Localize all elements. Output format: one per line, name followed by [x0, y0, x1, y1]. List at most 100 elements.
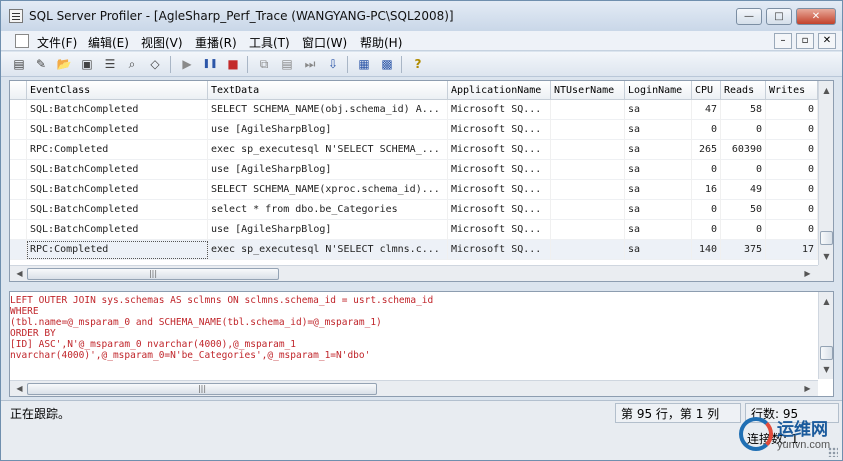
cell-eventclass[interactable]: SQL:BatchCompleted: [27, 180, 208, 200]
scroll-up-icon[interactable]: ▲: [819, 83, 833, 98]
replay-icon[interactable]: ⧉: [255, 55, 273, 73]
activity-monitor-icon[interactable]: ▦: [355, 55, 373, 73]
cell-ntusername[interactable]: [551, 100, 625, 120]
column-header-cpu[interactable]: CPU: [692, 81, 721, 100]
row-gutter[interactable]: [10, 220, 27, 240]
tuning-advisor-icon[interactable]: ▩: [378, 55, 396, 73]
cell-reads[interactable]: 60390: [721, 140, 766, 160]
column-header-ntusername[interactable]: NTUserName: [551, 81, 625, 100]
scroll-down-icon[interactable]: ▼: [819, 362, 833, 377]
row-gutter[interactable]: [10, 100, 27, 120]
cell-textdata[interactable]: use [AgileSharpBlog]: [208, 220, 448, 240]
cell-eventclass[interactable]: RPC:Completed: [27, 140, 208, 160]
cell-cpu[interactable]: 0: [692, 220, 721, 240]
column-header-reads[interactable]: Reads: [721, 81, 766, 100]
cell-cpu[interactable]: 265: [692, 140, 721, 160]
open-icon[interactable]: 📂: [55, 55, 73, 73]
cell-cpu[interactable]: 47: [692, 100, 721, 120]
cell-reads[interactable]: 58: [721, 100, 766, 120]
grid-vscroll-thumb[interactable]: [820, 231, 833, 245]
cell-ntusername[interactable]: [551, 220, 625, 240]
step-icon[interactable]: ▤: [278, 55, 296, 73]
title-bar[interactable]: SQL Server Profiler - [AgleSharp_Perf_Tr…: [1, 1, 842, 31]
run-icon[interactable]: ▶: [178, 55, 196, 73]
cell-applicationname[interactable]: Microsoft SQ...: [448, 140, 551, 160]
mdi-close-button[interactable]: ✕: [818, 33, 836, 49]
help-icon[interactable]: ?: [409, 55, 427, 73]
save-icon[interactable]: ▣: [78, 55, 96, 73]
cell-writes[interactable]: 0: [766, 120, 818, 140]
menu-view[interactable]: 视图(V): [138, 33, 186, 52]
cell-textdata[interactable]: use [AgileSharpBlog]: [208, 120, 448, 140]
grid-hscroll-thumb[interactable]: |||: [27, 268, 279, 280]
scroll-left-icon[interactable]: ◀: [12, 266, 27, 281]
table-row[interactable]: SQL:BatchCompleted select * from dbo.be_C…: [10, 200, 818, 220]
cell-ntusername[interactable]: [551, 240, 625, 260]
cell-textdata[interactable]: select * from dbo.be_Categories: [208, 200, 448, 220]
scroll-up-icon[interactable]: ▲: [819, 294, 833, 309]
close-button[interactable]: ✕: [796, 8, 836, 25]
cell-cpu[interactable]: 0: [692, 160, 721, 180]
cell-applicationname[interactable]: Microsoft SQ...: [448, 180, 551, 200]
run-to-cursor-icon[interactable]: ⏭: [301, 55, 319, 73]
cell-writes[interactable]: 0: [766, 140, 818, 160]
detail-hscroll-thumb[interactable]: |||: [27, 383, 377, 395]
cell-cpu[interactable]: 16: [692, 180, 721, 200]
cell-writes[interactable]: 0: [766, 100, 818, 120]
cell-cpu[interactable]: 0: [692, 120, 721, 140]
find-icon[interactable]: ⌕: [123, 55, 141, 73]
cell-loginname[interactable]: sa: [625, 100, 692, 120]
cell-ntusername[interactable]: [551, 160, 625, 180]
document-icon[interactable]: [15, 34, 29, 48]
cell-textdata[interactable]: use [AgileSharpBlog]: [208, 160, 448, 180]
cell-loginname[interactable]: sa: [625, 140, 692, 160]
menu-window[interactable]: 窗口(W): [299, 33, 350, 52]
cell-applicationname[interactable]: Microsoft SQ...: [448, 160, 551, 180]
table-row[interactable]: SQL:BatchCompleted use [AgileSharpBlog] Mi…: [10, 120, 818, 140]
table-row[interactable]: RPC:Completed exec sp_executesql N'SELECT…: [10, 240, 818, 260]
cell-eventclass[interactable]: SQL:BatchCompleted: [27, 100, 208, 120]
new-trace-icon[interactable]: ▤: [10, 55, 28, 73]
cell-eventclass[interactable]: SQL:BatchCompleted: [27, 160, 208, 180]
row-gutter[interactable]: [10, 120, 27, 140]
table-row[interactable]: SQL:BatchCompleted use [AgileSharpBlog] Mi…: [10, 160, 818, 180]
scroll-left-icon[interactable]: ◀: [12, 381, 27, 396]
detail-horizontal-scrollbar[interactable]: ◀ ||| ▶: [10, 380, 818, 396]
cell-loginname[interactable]: sa: [625, 220, 692, 240]
cell-writes[interactable]: 0: [766, 160, 818, 180]
pause-icon[interactable]: ❚❚: [201, 55, 219, 73]
cell-applicationname[interactable]: Microsoft SQ...: [448, 240, 551, 260]
scroll-right-icon[interactable]: ▶: [800, 381, 815, 396]
new-file-icon[interactable]: ✎: [32, 55, 50, 73]
cell-loginname[interactable]: sa: [625, 120, 692, 140]
cell-eventclass[interactable]: SQL:BatchCompleted: [27, 220, 208, 240]
mdi-minimize-button[interactable]: –: [774, 33, 792, 49]
menu-edit[interactable]: 编辑(E): [85, 33, 132, 52]
minimize-button[interactable]: —: [736, 8, 762, 25]
cell-textdata[interactable]: SELECT SCHEMA_NAME(xproc.schema_id)...: [208, 180, 448, 200]
maximize-button[interactable]: □: [766, 8, 792, 25]
clear-icon[interactable]: ◇: [146, 55, 164, 73]
menu-help[interactable]: 帮助(H): [357, 33, 405, 52]
cell-reads[interactable]: 49: [721, 180, 766, 200]
cell-ntusername[interactable]: [551, 180, 625, 200]
cell-eventclass[interactable]: SQL:BatchCompleted: [27, 120, 208, 140]
mdi-restore-button[interactable]: ▫: [796, 33, 814, 49]
grid-vertical-scrollbar[interactable]: ▲ ▼: [818, 81, 833, 266]
cell-writes[interactable]: 17: [766, 240, 818, 260]
cell-writes[interactable]: 0: [766, 180, 818, 200]
row-gutter[interactable]: [10, 200, 27, 220]
detail-vertical-scrollbar[interactable]: ▲ ▼: [818, 292, 833, 379]
cell-applicationname[interactable]: Microsoft SQ...: [448, 220, 551, 240]
cell-loginname[interactable]: sa: [625, 240, 692, 260]
menu-tools[interactable]: 工具(T): [246, 33, 293, 52]
cell-applicationname[interactable]: Microsoft SQ...: [448, 100, 551, 120]
column-header-eventclass[interactable]: EventClass: [27, 81, 208, 100]
table-row[interactable]: RPC:Completed exec sp_executesql N'SELECT…: [10, 140, 818, 160]
properties-icon[interactable]: ☰: [101, 55, 119, 73]
profiler-app-icon[interactable]: [9, 9, 23, 23]
cell-eventclass[interactable]: SQL:BatchCompleted: [27, 200, 208, 220]
scroll-down-icon[interactable]: ▼: [819, 249, 833, 264]
cell-reads[interactable]: 0: [721, 160, 766, 180]
cell-cpu[interactable]: 0: [692, 200, 721, 220]
